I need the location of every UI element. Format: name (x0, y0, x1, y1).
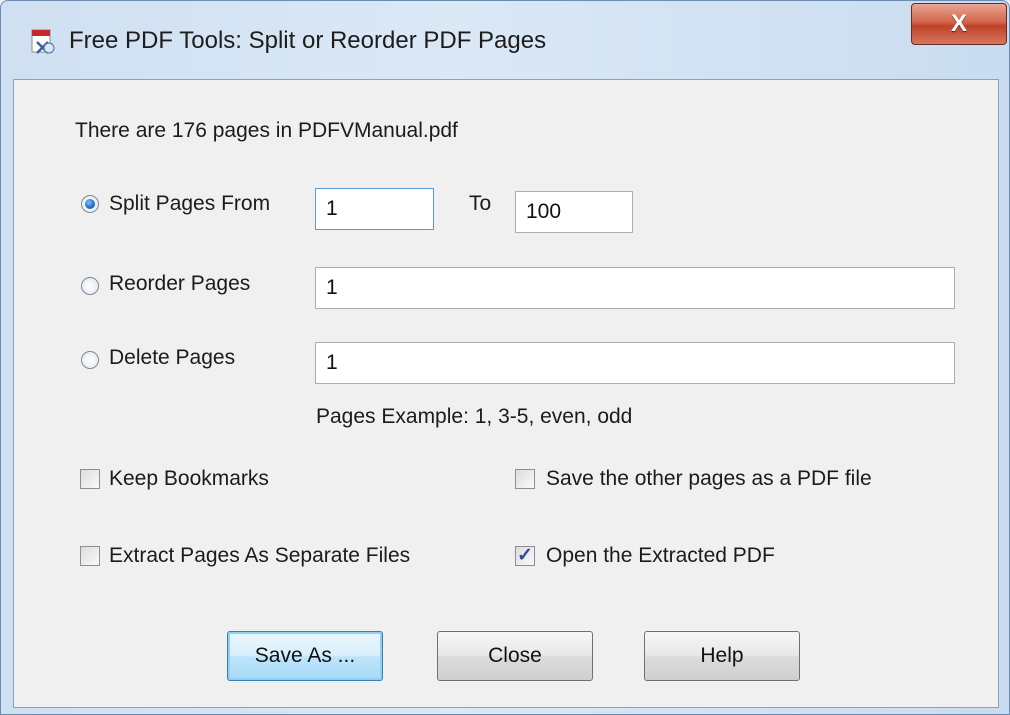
split-from-input[interactable]: 1 (315, 188, 434, 230)
extract-separate-label[interactable]: Extract Pages As Separate Files (109, 544, 410, 568)
to-label: To (469, 192, 492, 215)
help-button[interactable]: Help (644, 631, 800, 681)
close-button[interactable]: Close (437, 631, 593, 681)
save-other-pages-checkbox[interactable] (515, 469, 535, 489)
reorder-pages-radio[interactable] (81, 277, 99, 295)
checkmark-icon: ✓ (517, 545, 533, 566)
delete-pages-label[interactable]: Delete Pages (109, 346, 235, 370)
save-other-pages-label[interactable]: Save the other pages as a PDF file (546, 467, 872, 491)
keep-bookmarks-label[interactable]: Keep Bookmarks (109, 467, 269, 491)
open-extracted-label[interactable]: Open the Extracted PDF (546, 544, 775, 568)
save-as-button[interactable]: Save As ... (227, 631, 383, 681)
pdf-tools-icon (31, 29, 55, 54)
dialog-window: Free PDF Tools: Split or Reorder PDF Pag… (0, 0, 1010, 715)
reorder-pages-label[interactable]: Reorder Pages (109, 272, 250, 296)
split-pages-label[interactable]: Split Pages From (109, 192, 270, 216)
split-to-input[interactable]: 100 (515, 191, 633, 233)
title-bar[interactable]: Free PDF Tools: Split or Reorder PDF Pag… (1, 1, 1009, 79)
reorder-pages-input[interactable]: 1 (315, 267, 955, 309)
delete-pages-radio[interactable] (81, 351, 99, 369)
dialog-body (13, 79, 999, 708)
pages-example-hint: Pages Example: 1, 3-5, even, odd (316, 405, 633, 428)
keep-bookmarks-checkbox[interactable] (80, 469, 100, 489)
open-extracted-checkbox[interactable]: ✓ (515, 545, 535, 566)
close-window-button[interactable]: X (911, 3, 1007, 45)
window-title: Free PDF Tools: Split or Reorder PDF Pag… (69, 27, 547, 54)
extract-separate-checkbox[interactable] (80, 546, 100, 566)
split-pages-radio[interactable] (81, 195, 99, 213)
page-count-info: There are 176 pages in PDFVManual.pdf (75, 119, 458, 142)
delete-pages-input[interactable]: 1 (315, 342, 955, 384)
